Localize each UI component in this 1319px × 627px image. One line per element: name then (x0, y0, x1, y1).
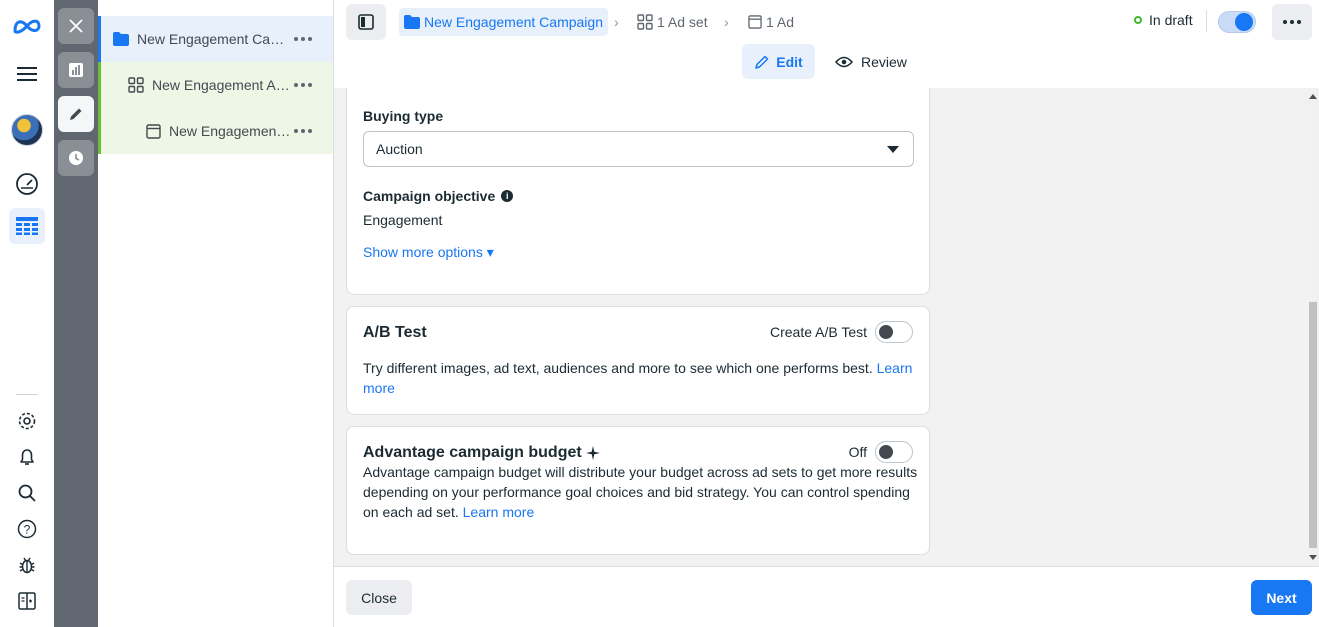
campaign-objective-heading: Campaign objective i (363, 188, 514, 204)
content-scrollbar[interactable] (1307, 88, 1319, 566)
tab-edit-label: Edit (776, 53, 803, 70)
caret-down-icon (887, 146, 899, 153)
campaign-details-card: Buying type Auction Campaign objective i… (346, 88, 930, 295)
gear-icon[interactable] (9, 403, 45, 439)
dashboard-gauge-icon[interactable] (9, 166, 45, 202)
sparkle-plus-icon (585, 446, 600, 460)
svg-text:?: ? (24, 523, 31, 537)
tab-edit[interactable]: Edit (742, 44, 815, 79)
help-icon[interactable]: ? (9, 511, 45, 547)
grid-icon (127, 76, 145, 94)
advantage-budget-description-text: Advantage campaign budget will distribut… (363, 464, 918, 520)
grid-icon (637, 14, 653, 30)
sidebar-toggle-icon (358, 14, 374, 30)
scroll-up-arrow-icon[interactable] (1309, 94, 1317, 99)
show-more-options-link[interactable]: Show more options ▾ (363, 244, 494, 261)
sidebar-toggle-button[interactable] (346, 4, 386, 40)
pencil-icon (755, 55, 769, 69)
draft-status: In draft (1134, 12, 1193, 28)
chart-button[interactable] (58, 52, 94, 88)
breadcrumb-adset[interactable]: 1 Ad set (637, 8, 708, 36)
scrollbar-thumb[interactable] (1309, 302, 1317, 548)
tree-ad-label: New Engagement Ad (169, 123, 291, 139)
editor-header: New Engagement Campaign › 1 Ad set › 1 A… (334, 0, 1319, 88)
buying-type-select[interactable]: Auction (363, 131, 914, 167)
ab-test-card: A/B Test Create A/B Test Try different i… (346, 306, 930, 415)
advantage-budget-toggle-label: Off (848, 444, 867, 460)
tool-rail (54, 0, 98, 627)
ab-test-description: Try different images, ad text, audiences… (363, 358, 918, 398)
buying-type-value: Auction (376, 141, 423, 157)
campaign-tree: New Engagement Campaign New Engagement A… (98, 0, 334, 627)
editor-content: Buying type Auction Campaign objective i… (334, 88, 1319, 566)
campaign-objective-value: Engagement (363, 212, 443, 228)
campaign-more-icon[interactable] (291, 37, 315, 41)
tree-item-ad[interactable]: New Engagement Ad (98, 108, 333, 154)
create-ab-test-toggle[interactable] (875, 321, 913, 343)
menu-icon[interactable] (9, 56, 45, 92)
more-options-button[interactable] (1272, 4, 1312, 40)
tree-campaign-label: New Engagement Campaign (137, 31, 291, 47)
info-icon[interactable]: i (501, 190, 514, 202)
breadcrumb-campaign-label: New Engagement Campaign (424, 14, 603, 30)
folder-icon (112, 30, 130, 48)
tree-adset-label: New Engagement Ad set (152, 77, 291, 93)
global-nav: ? (0, 0, 54, 627)
clock-icon (69, 151, 83, 165)
breadcrumb-adset-label: 1 Ad set (657, 14, 708, 30)
draft-status-label: In draft (1149, 12, 1193, 28)
side-panel-icon[interactable] (9, 583, 45, 619)
adset-more-icon[interactable] (291, 83, 315, 87)
tab-review[interactable]: Review (829, 44, 913, 79)
close-button[interactable]: Close (346, 580, 412, 615)
eye-icon (835, 56, 853, 67)
advantage-budget-toggle[interactable] (875, 441, 913, 463)
meta-logo-icon[interactable] (9, 8, 45, 44)
campaign-on-off-toggle[interactable] (1218, 11, 1256, 33)
chevron-right-icon: › (614, 14, 619, 30)
bug-icon[interactable] (9, 547, 45, 583)
next-button[interactable]: Next (1251, 580, 1312, 615)
tree-item-adset[interactable]: New Engagement Ad set (98, 62, 333, 108)
breadcrumb-ad-label: 1 Ad (766, 14, 795, 30)
ab-test-description-text: Try different images, ad text, audiences… (363, 360, 873, 376)
close-panel-button[interactable] (58, 8, 94, 44)
avatar[interactable] (9, 112, 45, 148)
create-ab-test-label: Create A/B Test (769, 324, 867, 340)
advantage-budget-learn-more-link[interactable]: Learn more (463, 504, 535, 520)
scroll-down-arrow-icon[interactable] (1309, 555, 1317, 560)
advantage-budget-heading: Advantage campaign budget (363, 444, 600, 462)
ads-manager-table-icon[interactable] (9, 208, 45, 244)
campaign-objective-label: Campaign objective (363, 188, 496, 204)
breadcrumb-campaign[interactable]: New Engagement Campaign (399, 8, 608, 36)
close-icon (69, 19, 83, 33)
folder-icon (404, 15, 420, 29)
buying-type-label: Buying type (363, 108, 444, 124)
pencil-icon (70, 108, 82, 120)
tree-item-campaign[interactable]: New Engagement Campaign (98, 16, 333, 62)
ab-test-title: A/B Test (363, 324, 427, 341)
bar-chart-icon (69, 63, 83, 77)
search-icon[interactable] (9, 475, 45, 511)
ad-page-icon (748, 15, 762, 29)
ad-more-icon[interactable] (291, 129, 315, 133)
ad-page-icon (144, 122, 162, 140)
advantage-budget-card: Advantage campaign budget Off Advantage … (346, 426, 930, 555)
history-button[interactable] (58, 140, 94, 176)
header-divider (1206, 10, 1207, 32)
advantage-budget-description: Advantage campaign budget will distribut… (363, 462, 918, 522)
edit-pencil-button[interactable] (58, 96, 94, 132)
status-dot-icon (1134, 16, 1142, 24)
tab-review-label: Review (861, 53, 907, 70)
bell-icon[interactable] (9, 439, 45, 475)
breadcrumb-ad[interactable]: 1 Ad (748, 8, 794, 36)
advantage-budget-title: Advantage campaign budget (363, 444, 582, 461)
editor-footer: Close Next (334, 566, 1319, 627)
nav-divider (16, 394, 38, 395)
chevron-right-icon: › (724, 14, 729, 30)
